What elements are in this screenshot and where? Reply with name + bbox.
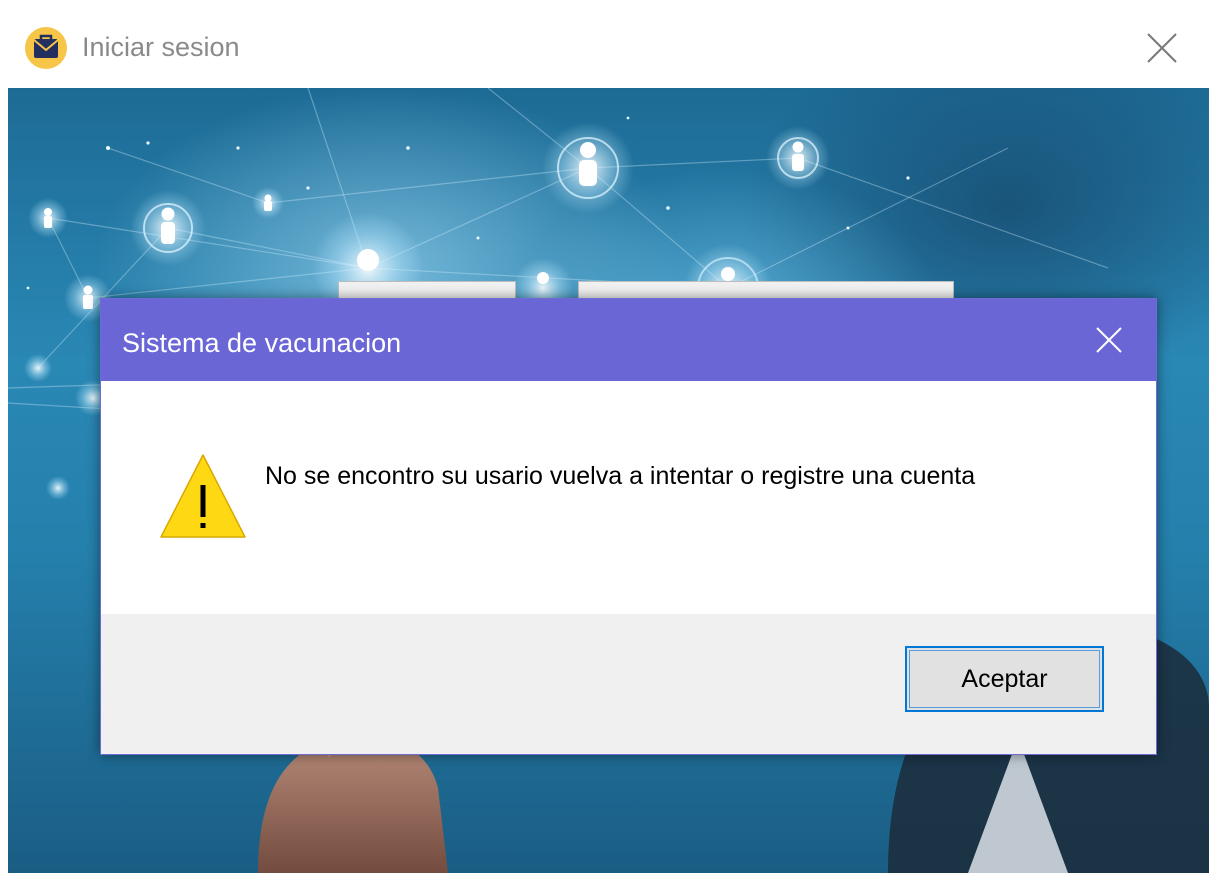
briefcase-icon: [25, 27, 67, 69]
dialog-titlebar[interactable]: Sistema de vacunacion: [101, 299, 1156, 381]
dialog-title: Sistema de vacunacion: [122, 328, 402, 358]
alert-dialog: Sistema de vacunacion No se encontro su …: [100, 298, 1157, 755]
login-window: Iniciar sesion Sistema de vacunacion No …: [0, 0, 1209, 873]
dialog-body: No se encontro su usario vuelva a intent…: [101, 381, 1156, 614]
close-icon[interactable]: [1140, 26, 1184, 70]
dialog-footer: Aceptar: [101, 614, 1156, 754]
window-title: Iniciar sesion: [82, 32, 240, 62]
close-icon[interactable]: [1091, 322, 1127, 358]
window-titlebar[interactable]: Iniciar sesion: [0, 0, 1209, 88]
dialog-message: No se encontro su usario vuelva a intent…: [265, 462, 976, 490]
accept-button[interactable]: Aceptar: [905, 646, 1104, 712]
warning-icon: [160, 454, 246, 538]
